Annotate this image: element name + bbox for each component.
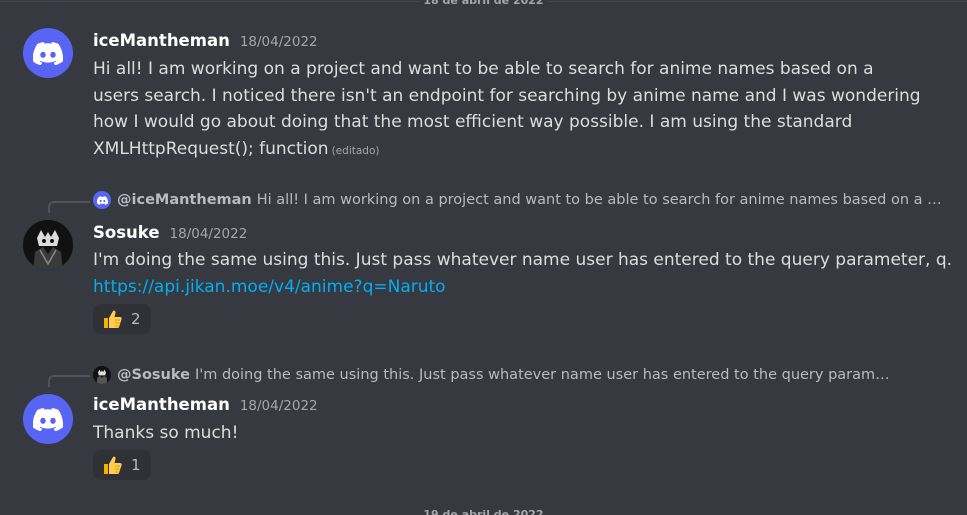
reply-preview-text[interactable]: Hi all! I am working on a project and wa… [257,192,943,208]
reaction-button[interactable]: 1 [93,450,151,480]
user-avatar-icon [93,366,111,384]
user-avatar-icon [23,220,73,270]
reply-spine [48,375,90,387]
message-content: Hi all! I am working on a project and wa… [93,56,923,164]
reply-spine [48,201,90,213]
reaction-button[interactable]: 2 [93,304,151,334]
timestamp[interactable]: 18/04/2022 [240,398,318,414]
avatar[interactable] [23,394,73,444]
reply-avatar [93,366,111,384]
discord-logo-icon [96,195,108,205]
message-text: Thanks so much! [93,423,239,443]
edited-label: (editado) [331,144,380,157]
thumbs-up-icon [101,454,123,476]
discord-logo-icon [33,41,63,65]
reply-avatar [93,191,111,209]
discord-logo-icon [33,407,63,431]
message-link[interactable]: https://api.jikan.moe/v4/anime?q=Naruto [93,274,953,301]
username[interactable]: iceMantheman [93,31,230,50]
message-content: I'm doing the same using this. Just pass… [93,247,953,300]
reply-username[interactable]: @Sosuke [117,367,190,383]
avatar[interactable] [23,220,73,270]
timestamp[interactable]: 18/04/2022 [240,34,318,50]
reply-reference[interactable]: @iceMantheman Hi all! I am working on a … [93,191,943,209]
message-header: Sosuke 18/04/2022 [93,223,247,242]
date-divider-label: 19 de abril de 2022 [419,507,548,515]
reply-username[interactable]: @iceMantheman [117,192,252,208]
message-header: iceMantheman 18/04/2022 [93,395,318,414]
timestamp[interactable]: 18/04/2022 [170,226,248,242]
date-divider-top: 18 de abril de 2022 [0,0,967,9]
reaction-count: 1 [131,456,141,474]
reaction-count: 2 [131,310,141,328]
username[interactable]: iceMantheman [93,395,230,414]
thumbs-up-icon [101,308,123,330]
message-text: I'm doing the same using this. Just pass… [93,250,953,270]
date-divider-label: 18 de abril de 2022 [419,0,548,9]
message-text: Hi all! I am working on a project and wa… [93,59,921,159]
reply-preview-text[interactable]: I'm doing the same using this. Just pass… [195,367,895,383]
username[interactable]: Sosuke [93,223,160,242]
message-content: Thanks so much! [93,420,923,447]
message-header: iceMantheman 18/04/2022 [93,31,318,50]
reply-reference[interactable]: @Sosuke I'm doing the same using this. J… [93,366,943,384]
avatar[interactable] [23,28,73,78]
chat-channel: 18 de abril de 2022 iceMantheman 18/04/2… [0,0,967,515]
